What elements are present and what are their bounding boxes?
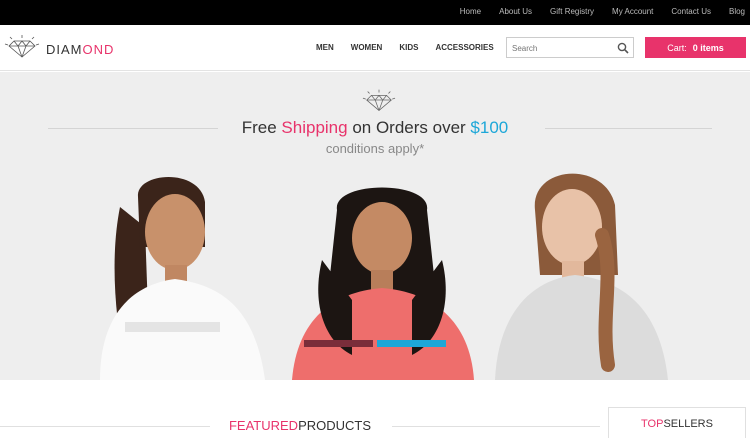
nav-kids[interactable]: KIDS [399, 43, 418, 52]
diamond-logo-icon [4, 35, 40, 64]
cart-button[interactable]: Cart: 0 items [645, 37, 746, 58]
main-nav: MEN WOMEN KIDS ACCESSORIES [316, 43, 511, 52]
search-box [506, 37, 634, 58]
featured-highlight: FEATURED [228, 418, 299, 433]
featured-products-heading: FEATUREDPRODUCTS [0, 418, 600, 433]
promo-conditions: conditions apply* [325, 141, 425, 156]
diamond-icon [362, 89, 396, 118]
slider-indicator-2[interactable] [377, 340, 446, 347]
hero-banner[interactable]: Free Shipping on Orders over $100 condit… [0, 72, 750, 380]
search-input[interactable] [507, 39, 607, 58]
top-sellers-heading: TOPSELLERS [608, 407, 746, 438]
topsellers-highlight: TOP [641, 418, 664, 430]
site-header: DIAMOND MEN WOMEN KIDS ACCESSORIES Cart:… [0, 25, 750, 71]
cart-label: Cart: [667, 42, 687, 53]
featured-products-section: FEATUREDPRODUCTS [0, 380, 600, 438]
promo-amount: $100 [470, 118, 509, 137]
promo-headline: Free Shipping on Orders over $100 [0, 118, 750, 138]
toplink-my-account[interactable]: My Account [612, 7, 653, 16]
top-links: Home About Us Gift Registry My Account C… [442, 7, 745, 16]
featured-rest: PRODUCTS [298, 418, 372, 433]
promo-highlight: Shipping [281, 118, 348, 137]
logo-text-part2: OND [82, 42, 115, 57]
search-icon[interactable] [617, 41, 629, 59]
nav-accessories[interactable]: ACCESSORIES [435, 43, 493, 52]
slider-indicator-1[interactable] [304, 340, 373, 347]
toplink-home[interactable]: Home [460, 7, 481, 16]
slider-indicators [304, 340, 446, 347]
model-image-right [495, 173, 668, 380]
model-image-center [292, 187, 474, 380]
promo-middle: on Orders over [347, 118, 471, 137]
cart-count: 0 items [692, 42, 724, 53]
model-image-left [100, 177, 265, 380]
logo-text-part1: DIAM [46, 42, 83, 57]
top-bar: Home About Us Gift Registry My Account C… [0, 0, 750, 25]
toplink-about-us[interactable]: About Us [499, 7, 532, 16]
toplink-gift-registry[interactable]: Gift Registry [550, 7, 594, 16]
topsellers-rest: SELLERS [663, 418, 713, 430]
logo-text: DIAMOND [46, 42, 114, 57]
logo[interactable]: DIAMOND [4, 35, 114, 64]
promo-prefix: Free [241, 118, 282, 137]
nav-women[interactable]: WOMEN [351, 43, 383, 52]
nav-men[interactable]: MEN [316, 43, 334, 52]
toplink-blog[interactable]: Blog [729, 7, 745, 16]
toplink-contact-us[interactable]: Contact Us [671, 7, 711, 16]
